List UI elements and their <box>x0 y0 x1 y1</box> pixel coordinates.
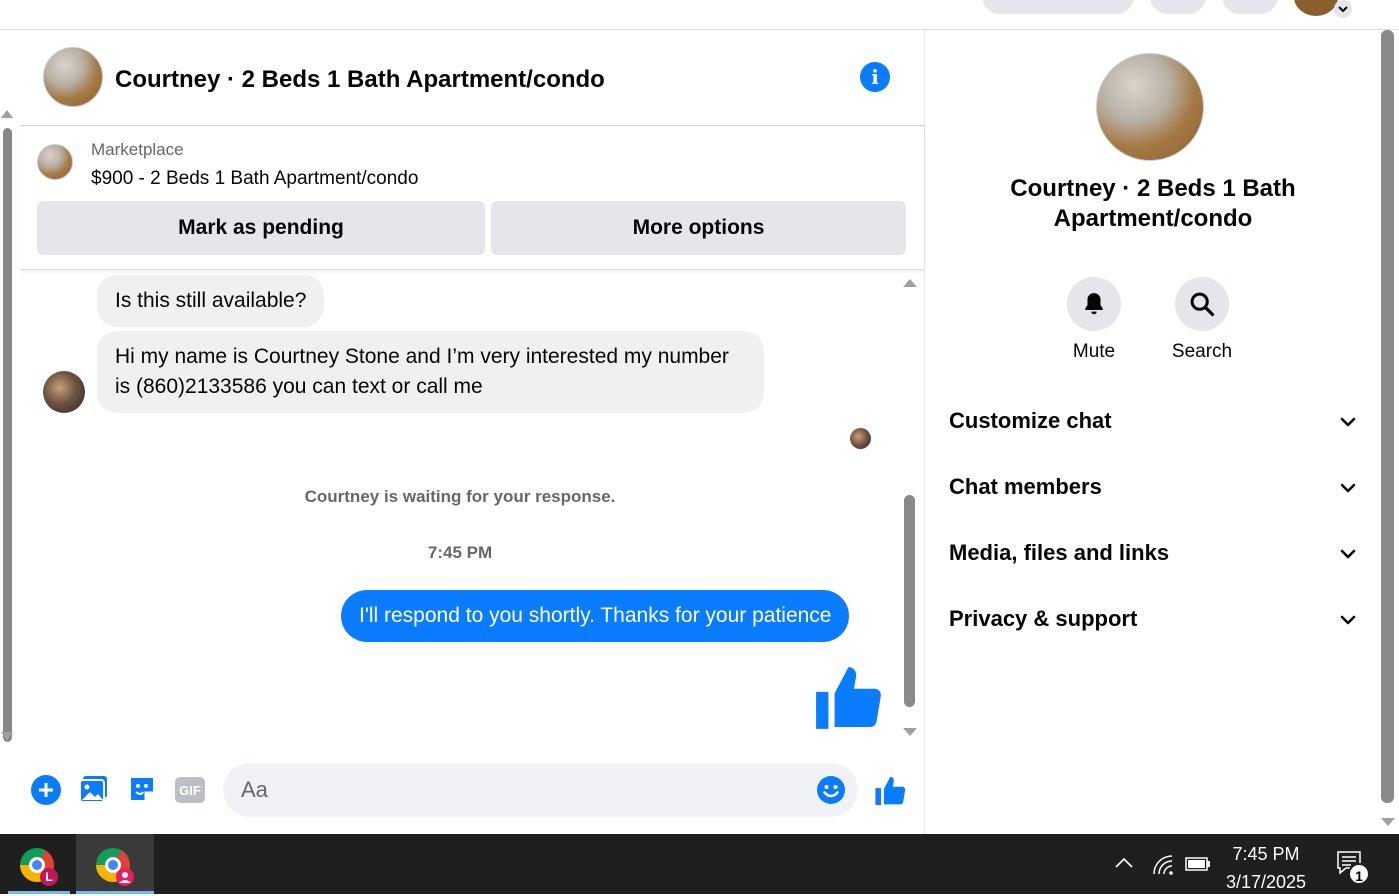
network-icon[interactable] <box>1152 854 1174 881</box>
messenger-button[interactable] <box>1222 0 1278 14</box>
section-label: Privacy & support <box>949 606 1138 631</box>
section-label: Customize chat <box>949 408 1112 433</box>
conversation-avatar[interactable] <box>1096 53 1204 161</box>
chat-header: Courtney · 2 Beds 1 Bath Apartment/condo… <box>20 30 925 126</box>
privacy-support-section[interactable]: Privacy & support <box>948 600 1358 640</box>
message-scroll-down-arrow[interactable] <box>903 728 917 736</box>
listing-thumbnail[interactable] <box>37 144 73 180</box>
chat-avatar[interactable] <box>43 47 103 107</box>
show-hidden-icons-chevron-icon[interactable] <box>1114 856 1134 875</box>
search-icon <box>1190 292 1215 317</box>
clock-time: 7:45 PM <box>1232 844 1300 864</box>
chevron-down-icon <box>1340 417 1356 427</box>
plus-icon[interactable] <box>30 774 62 811</box>
waiting-notice: Courtney is waiting for your response. <box>304 487 616 506</box>
thumbs-up-icon[interactable] <box>813 661 887 740</box>
search-action[interactable]: Search <box>1157 277 1247 363</box>
customize-chat-section[interactable]: Customize chat <box>948 402 1358 442</box>
section-label: Chat members <box>949 474 1102 499</box>
chat-panel: Courtney · 2 Beds 1 Bath Apartment/condo… <box>20 30 925 834</box>
message-scrollbar-thumb[interactable] <box>904 495 915 707</box>
listing-title[interactable]: $900 - 2 Beds 1 Bath Apartment/condo <box>91 168 418 190</box>
account-chevron-icon[interactable] <box>1334 0 1352 18</box>
svg-text:GIF: GIF <box>179 783 201 798</box>
gif-icon[interactable]: GIF <box>174 776 206 809</box>
outgoing-message[interactable]: I'll respond to you shortly. Thanks for … <box>341 590 850 642</box>
search-label: Search <box>1171 341 1233 362</box>
browser-scrollbar[interactable] <box>1380 30 1399 834</box>
message-list: Is this still available? Hi my name is C… <box>20 271 900 741</box>
conversation-info-panel: Courtney · 2 Beds 1 Bath Apartment/condo… <box>926 30 1380 834</box>
mark-as-pending-button[interactable]: Mark as pending <box>37 201 485 255</box>
chat-title[interactable]: Courtney · 2 Beds 1 Bath Apartment/condo <box>115 66 605 94</box>
chrome-icon <box>96 848 134 886</box>
menu-button[interactable] <box>1150 0 1206 14</box>
incoming-message[interactable]: Hi my name is Courtney Stone and I’m ver… <box>97 331 764 413</box>
browser-scroll-down-arrow[interactable] <box>1381 818 1395 826</box>
profile-badge-l: L <box>40 868 58 886</box>
chat-members-section[interactable]: Chat members <box>948 468 1358 508</box>
send-like-icon[interactable] <box>874 774 908 813</box>
system-clock[interactable]: 7:45 PM 3/17/2025 <box>1210 840 1322 896</box>
profile-badge-user-icon <box>116 868 134 886</box>
mute-label: Mute <box>1072 341 1116 362</box>
chevron-down-icon <box>1340 483 1356 493</box>
message-timestamp: 7:45 PM <box>427 543 493 562</box>
notification-center-icon[interactable]: 1 <box>1336 850 1370 885</box>
chevron-down-icon <box>1340 549 1356 559</box>
section-label: Media, files and links <box>949 540 1170 565</box>
media-files-links-section[interactable]: Media, files and links <box>948 534 1358 574</box>
sender-avatar[interactable] <box>43 371 85 413</box>
message-input[interactable] <box>241 763 801 817</box>
message-scrollbar[interactable] <box>900 271 920 741</box>
photo-icon[interactable] <box>79 774 109 809</box>
scroll-up-arrow[interactable] <box>1 110 13 118</box>
mute-button[interactable] <box>1067 277 1121 331</box>
clock-date: 3/17/2025 <box>1225 872 1307 892</box>
emoji-icon[interactable] <box>816 775 846 810</box>
battery-icon[interactable] <box>1185 856 1211 877</box>
more-options-button[interactable]: More options <box>491 201 906 255</box>
taskbar-chrome-profile-user[interactable] <box>76 834 154 894</box>
incoming-message[interactable]: Is this still available? <box>97 275 325 327</box>
mute-action[interactable]: Mute <box>1049 277 1139 363</box>
marketplace-listing-panel: Marketplace $900 - 2 Beds 1 Bath Apartme… <box>20 126 925 270</box>
page-scrollbar[interactable] <box>0 30 20 834</box>
chevron-down-icon <box>1340 615 1356 625</box>
search-bar-edge[interactable] <box>982 0 1134 14</box>
browser-scrollbar-thumb[interactable] <box>1381 30 1394 803</box>
notification-count-badge: 1 <box>1348 863 1370 885</box>
scrollbar-thumb[interactable] <box>3 128 12 742</box>
info-icon[interactable]: i <box>860 62 890 92</box>
message-scroll-up-arrow[interactable] <box>903 279 917 287</box>
sticker-icon[interactable] <box>127 774 157 809</box>
seen-indicator-avatar <box>850 428 871 449</box>
message-composer: GIF <box>20 752 925 834</box>
conversation-title: Courtney · 2 Beds 1 Bath Apartment/condo <box>1010 175 1296 232</box>
facebook-top-navbar <box>0 0 1399 30</box>
scroll-down-arrow[interactable] <box>1 732 13 740</box>
windows-taskbar: L 7:45 PM 3/17/2025 1 <box>0 834 1399 894</box>
search-button[interactable] <box>1175 277 1229 331</box>
taskbar-chrome-profile-l[interactable]: L <box>0 834 78 894</box>
marketplace-label: Marketplace <box>91 140 184 159</box>
message-input-box[interactable] <box>223 763 858 817</box>
chrome-icon: L <box>20 848 58 886</box>
bell-icon <box>1085 293 1103 315</box>
profile-avatar[interactable] <box>1294 0 1338 16</box>
